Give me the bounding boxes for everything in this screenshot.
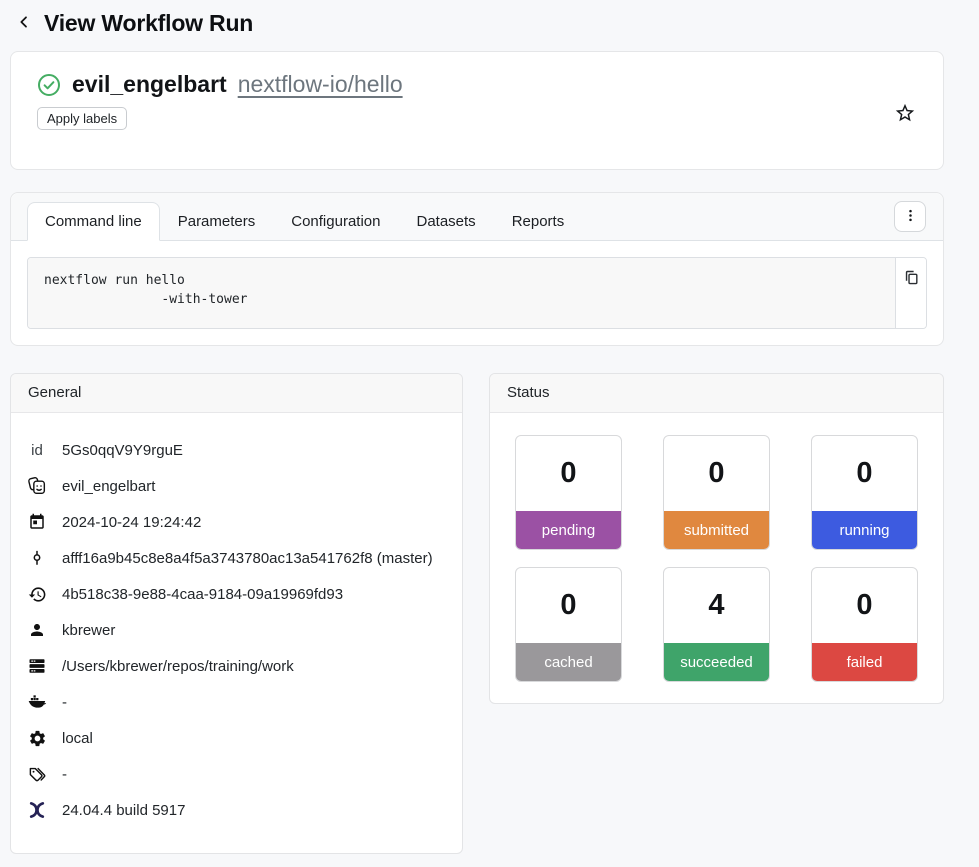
general-row-id: id 5Gs0qqV9Y9rguE [25,432,446,468]
running-count: 0 [812,436,917,511]
star-favorite-button[interactable] [894,102,916,124]
submitted-count: 0 [664,436,769,511]
star-icon [894,112,916,127]
page-title: View Workflow Run [44,10,253,37]
container-value: - [62,694,67,711]
command-line-text: nextflow run hello -with-tower [28,258,895,328]
run-name-masks-icon [25,476,49,496]
succeeded-chip: succeeded [664,643,769,681]
tab-reports[interactable]: Reports [494,202,583,241]
git-commit-icon [25,549,49,567]
status-box-running: 0 running [811,435,918,550]
general-row-executor: local [25,720,446,756]
run-details-card: Command line Parameters Configuration Da… [10,192,944,346]
run-name: evil_engelbart [72,71,227,98]
calendar-icon [25,513,49,531]
commit-id-value: afff16a9b45c8e8a4f5a3743780ac13a541762f8… [62,550,433,567]
apply-labels-button[interactable]: Apply labels [37,107,127,130]
tab-configuration[interactable]: Configuration [273,202,398,241]
general-row-tags: - [25,756,446,792]
view-workflow-run-page: View Workflow Run evil_engelbart nextflo… [0,0,979,867]
failed-count: 0 [812,568,917,643]
general-row-commit: afff16a9b45c8e8a4f5a3743780ac13a541762f8… [25,540,446,576]
back-button[interactable] [14,12,34,35]
chevron-left-icon [16,14,32,33]
general-row-user: kbrewer [25,612,446,648]
status-box-pending: 0 pending [515,435,622,550]
status-panel: Status 0 pending 0 submitted 0 running 0… [489,373,944,704]
repo-link[interactable]: nextflow-io/hello [238,71,403,98]
submitted-chip: submitted [664,511,769,549]
tab-parameters[interactable]: Parameters [160,202,274,241]
status-box-cached: 0 cached [515,567,622,682]
status-box-submitted: 0 submitted [663,435,770,550]
tab-datasets[interactable]: Datasets [398,202,493,241]
page-header: View Workflow Run [0,0,979,37]
copy-command-button[interactable] [895,258,926,328]
general-row-nextflow-version: 24.04.4 build 5917 [25,792,446,828]
general-row-session-id: 4b518c38-9e88-4caa-9184-09a19969fd93 [25,576,446,612]
cached-count: 0 [516,568,621,643]
kebab-menu-icon [903,208,918,226]
general-panel-title: General [11,374,462,413]
id-label: id [25,442,49,459]
user-value: kbrewer [62,622,115,639]
general-row-run-name: evil_engelbart [25,468,446,504]
general-row-start-time: 2024-10-24 19:24:42 [25,504,446,540]
nextflow-version-value: 24.04.4 build 5917 [62,802,185,819]
tags-icon [25,765,49,784]
cached-chip: cached [516,643,621,681]
docker-icon [25,692,49,712]
pending-count: 0 [516,436,621,511]
tab-command-line[interactable]: Command line [27,202,160,241]
pending-chip: pending [516,511,621,549]
more-options-button[interactable] [894,201,926,232]
general-panel: General id 5Gs0qqV9Y9rguE [10,373,463,854]
run-id-value: 5Gs0qqV9Y9rguE [62,442,183,459]
success-check-circle-icon [37,73,61,97]
succeeded-count: 4 [664,568,769,643]
running-chip: running [812,511,917,549]
nextflow-logo-icon [25,800,49,820]
status-grid: 0 pending 0 submitted 0 running 0 cached… [490,413,943,682]
status-panel-title: Status [490,374,943,413]
general-row-workdir: /Users/kbrewer/repos/training/work [25,648,446,684]
tags-value: - [62,766,67,783]
status-box-failed: 0 failed [811,567,918,682]
executor-gear-icon [25,729,49,748]
tab-bar: Command line Parameters Configuration Da… [11,193,943,241]
command-line-tab-panel: nextflow run hello -with-tower [11,241,943,345]
workdir-value: /Users/kbrewer/repos/training/work [62,658,294,675]
user-icon [25,621,49,639]
session-id-value: 4b518c38-9e88-4caa-9184-09a19969fd93 [62,586,343,603]
general-row-container: - [25,684,446,720]
session-history-icon [25,585,49,604]
failed-chip: failed [812,643,917,681]
copy-icon [903,269,920,328]
status-box-succeeded: 4 succeeded [663,567,770,682]
start-time-value: 2024-10-24 19:24:42 [62,514,201,531]
executor-value: local [62,730,93,747]
work-directory-icon [25,657,49,675]
run-summary-card: evil_engelbart nextflow-io/hello Apply l… [10,51,944,170]
run-name-value: evil_engelbart [62,478,155,495]
